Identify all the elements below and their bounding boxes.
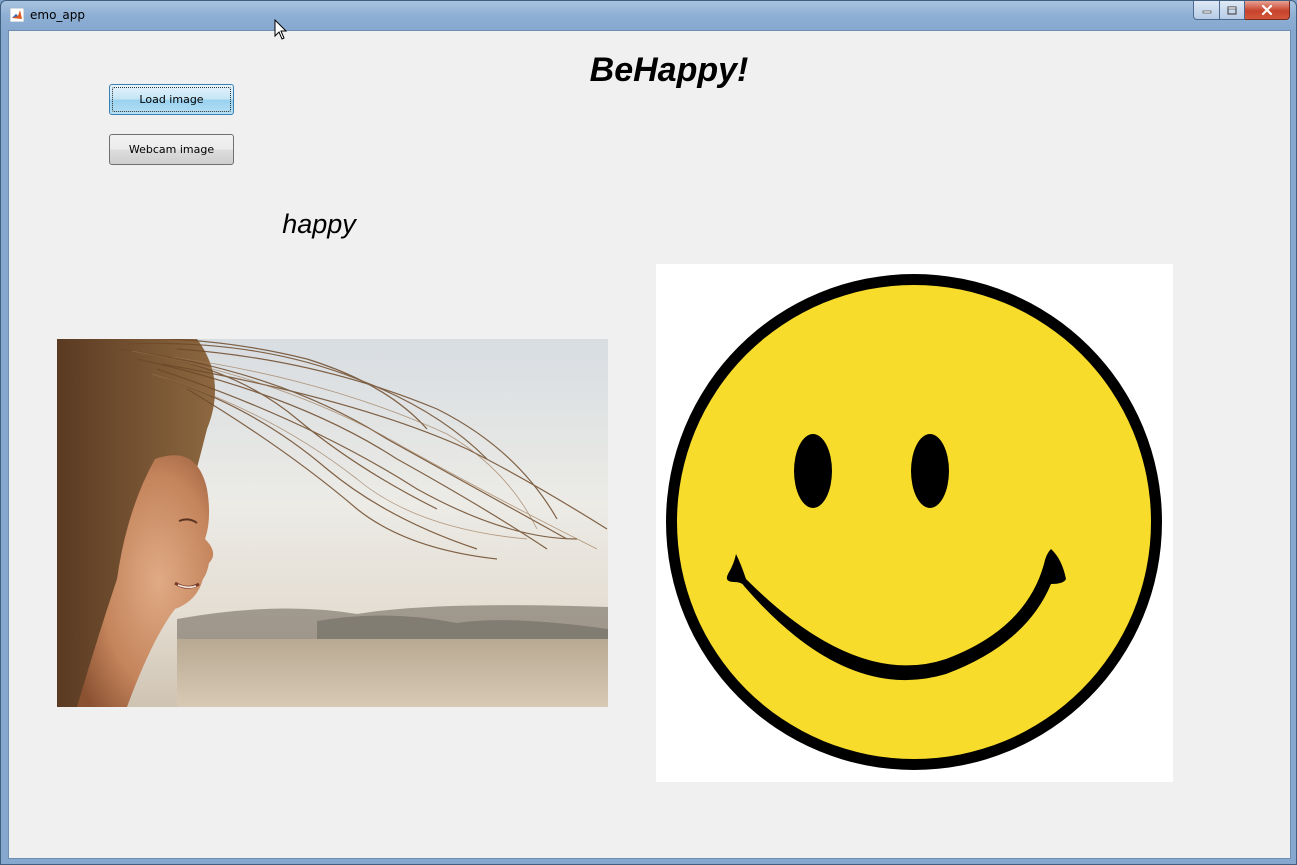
minimize-button[interactable] — [1193, 1, 1220, 20]
webcam-image-label: Webcam image — [128, 143, 215, 156]
app-client-area: Load image Webcam image BeHappy! happy — [8, 30, 1291, 859]
window-controls — [1193, 1, 1290, 20]
window-title: emo_app — [30, 8, 86, 22]
title-bar[interactable]: emo_app — [1, 1, 1296, 30]
emotion-result-label: happy — [282, 209, 356, 239]
load-image-button[interactable]: Load image — [109, 84, 234, 115]
maximize-button[interactable] — [1220, 1, 1245, 20]
maximize-icon — [1227, 6, 1237, 14]
focus-indicator — [112, 87, 231, 112]
close-button[interactable] — [1245, 1, 1290, 20]
smiley-face-icon — [666, 274, 1162, 770]
mouse-cursor-icon — [274, 19, 288, 40]
close-icon — [1261, 5, 1273, 15]
app-window: emo_app Load image Webcam image BeHappy!… — [0, 0, 1297, 865]
minimize-icon — [1202, 10, 1211, 14]
matlab-icon — [10, 8, 24, 22]
app-title: BeHappy! — [589, 51, 749, 89]
emoji-result-panel — [656, 264, 1173, 782]
webcam-image-button[interactable]: Webcam image — [109, 134, 234, 165]
input-photo — [57, 339, 608, 707]
